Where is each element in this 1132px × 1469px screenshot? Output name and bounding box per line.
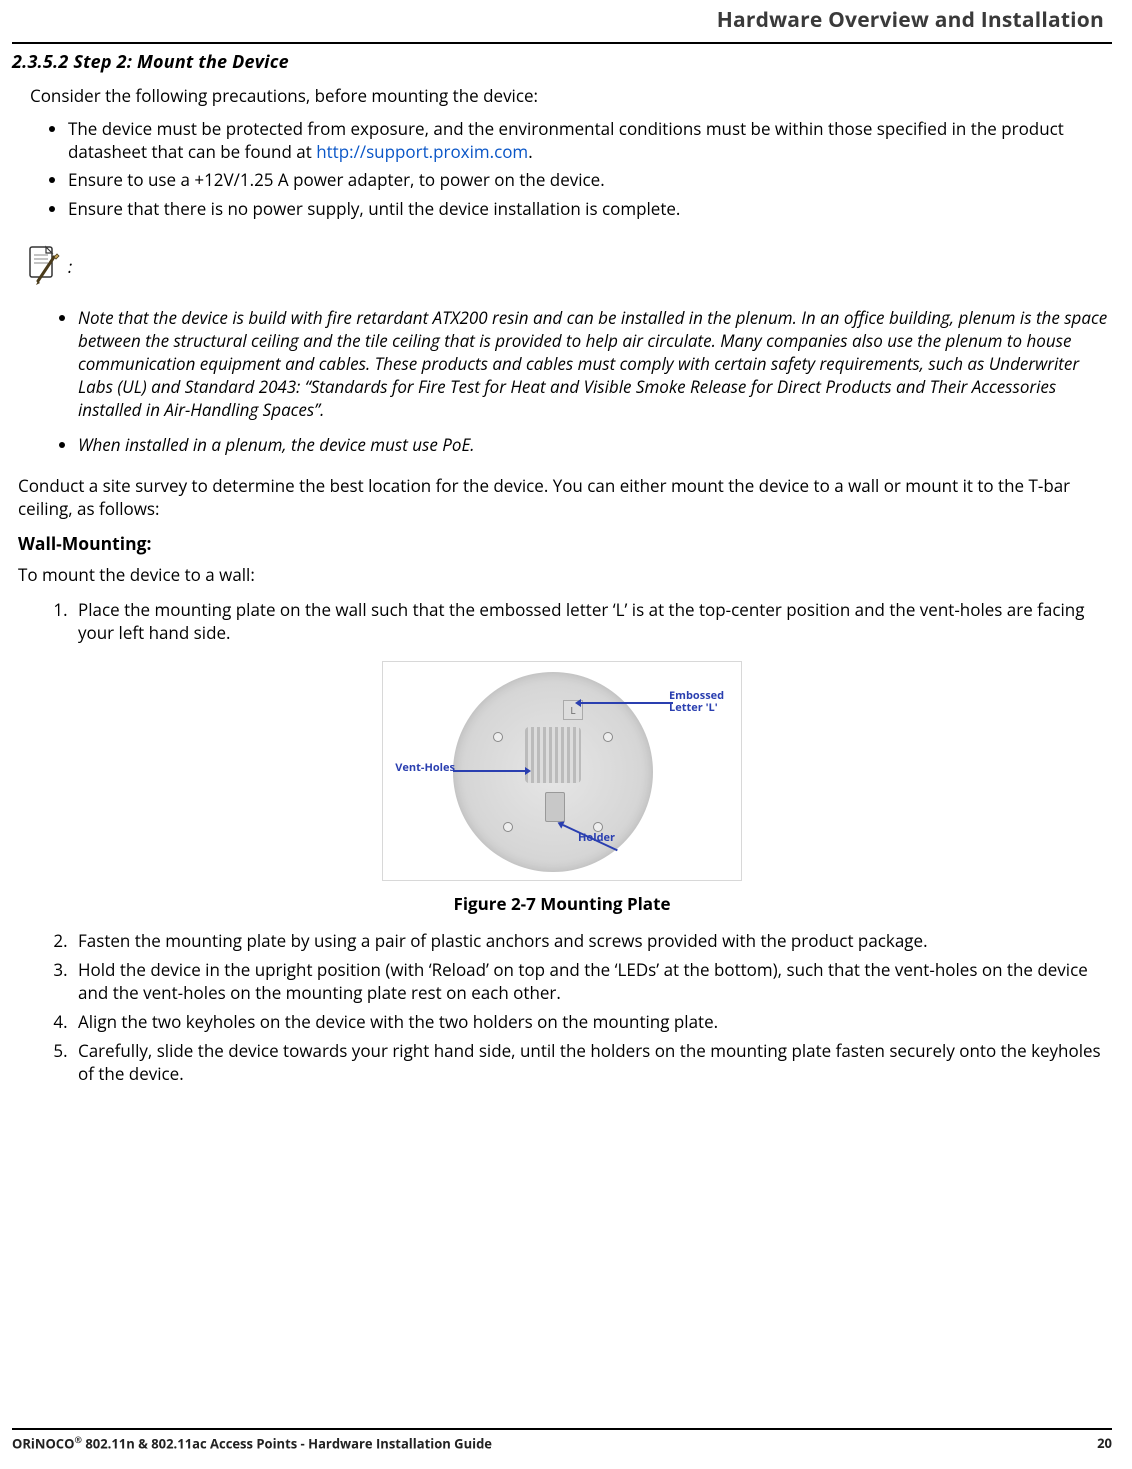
support-link[interactable]: http://support.proxim.com — [316, 140, 528, 163]
holder-graphic — [545, 792, 565, 822]
wall-steps: Place the mounting plate on the wall suc… — [48, 599, 1112, 645]
wall-mounting-heading: Wall-Mounting: — [18, 533, 1112, 557]
bullet-text-pre: The device must be protected from exposu… — [68, 117, 1064, 163]
header-rule — [12, 42, 1112, 44]
note-icon — [24, 245, 64, 289]
footer-rule — [12, 1428, 1112, 1430]
footer-brand: ORiNOCO — [12, 1434, 74, 1452]
chapter-header: Hardware Overview and Installation — [12, 0, 1112, 42]
screw-hole — [503, 822, 513, 832]
footer-subtitle: 802.11n & 802.11ac Access Points - Hardw… — [82, 1434, 492, 1452]
list-item: Ensure to use a +12V/1.25 A power adapte… — [68, 169, 1112, 192]
vent-holes-graphic — [525, 727, 581, 783]
note-colon: : — [68, 256, 72, 279]
registered-icon: ® — [74, 1433, 82, 1446]
wall-steps-continued: Fasten the mounting plate by using a pai… — [48, 930, 1112, 1086]
list-item: Ensure that there is no power supply, un… — [68, 198, 1112, 221]
wall-intro: To mount the device to a wall: — [18, 564, 1112, 587]
section-heading: 2.3.5.2 Step 2: Mount the Device — [12, 50, 1112, 74]
callout-vent-holes: Vent-Holes — [385, 762, 455, 774]
figure-box: L Embossed Letter 'L' Vent-Holes Holder — [382, 661, 742, 881]
list-item: When installed in a plenum, the device m… — [78, 434, 1112, 457]
footer-doc-title: ORiNOCO® 802.11n & 802.11ac Access Point… — [12, 1434, 492, 1453]
page: Hardware Overview and Installation 2.3.5… — [0, 0, 1132, 1469]
page-number: 20 — [1097, 1435, 1112, 1453]
list-item: Note that the device is build with fire … — [78, 307, 1112, 422]
arrow-icon — [453, 770, 525, 772]
list-item: Fasten the mounting plate by using a pai… — [72, 930, 1112, 953]
section-intro: Consider the following precautions, befo… — [30, 85, 1112, 108]
page-footer: ORiNOCO® 802.11n & 802.11ac Access Point… — [12, 1420, 1112, 1453]
list-item: The device must be protected from exposu… — [68, 118, 1112, 164]
list-item: Place the mounting plate on the wall suc… — [72, 599, 1112, 645]
bullet-text-post: . — [528, 140, 532, 163]
arrow-icon — [581, 702, 673, 704]
note-block: : Note that the device is build with fir… — [24, 245, 1112, 457]
screw-hole — [603, 732, 613, 742]
figure-mounting-plate: L Embossed Letter 'L' Vent-Holes Holder — [382, 661, 742, 881]
list-item: Hold the device in the upright position … — [72, 959, 1112, 1005]
list-item: Align the two keyholes on the device wit… — [72, 1011, 1112, 1034]
survey-paragraph: Conduct a site survey to determine the b… — [18, 475, 1112, 521]
note-list: Note that the device is build with fire … — [78, 307, 1112, 457]
figure-caption: Figure 2-7 Mounting Plate — [12, 893, 1112, 916]
precaution-list: The device must be protected from exposu… — [68, 118, 1112, 222]
list-item: Carefully, slide the device towards your… — [72, 1040, 1112, 1086]
screw-hole — [493, 732, 503, 742]
callout-embossed-l: Embossed Letter 'L' — [669, 690, 739, 714]
